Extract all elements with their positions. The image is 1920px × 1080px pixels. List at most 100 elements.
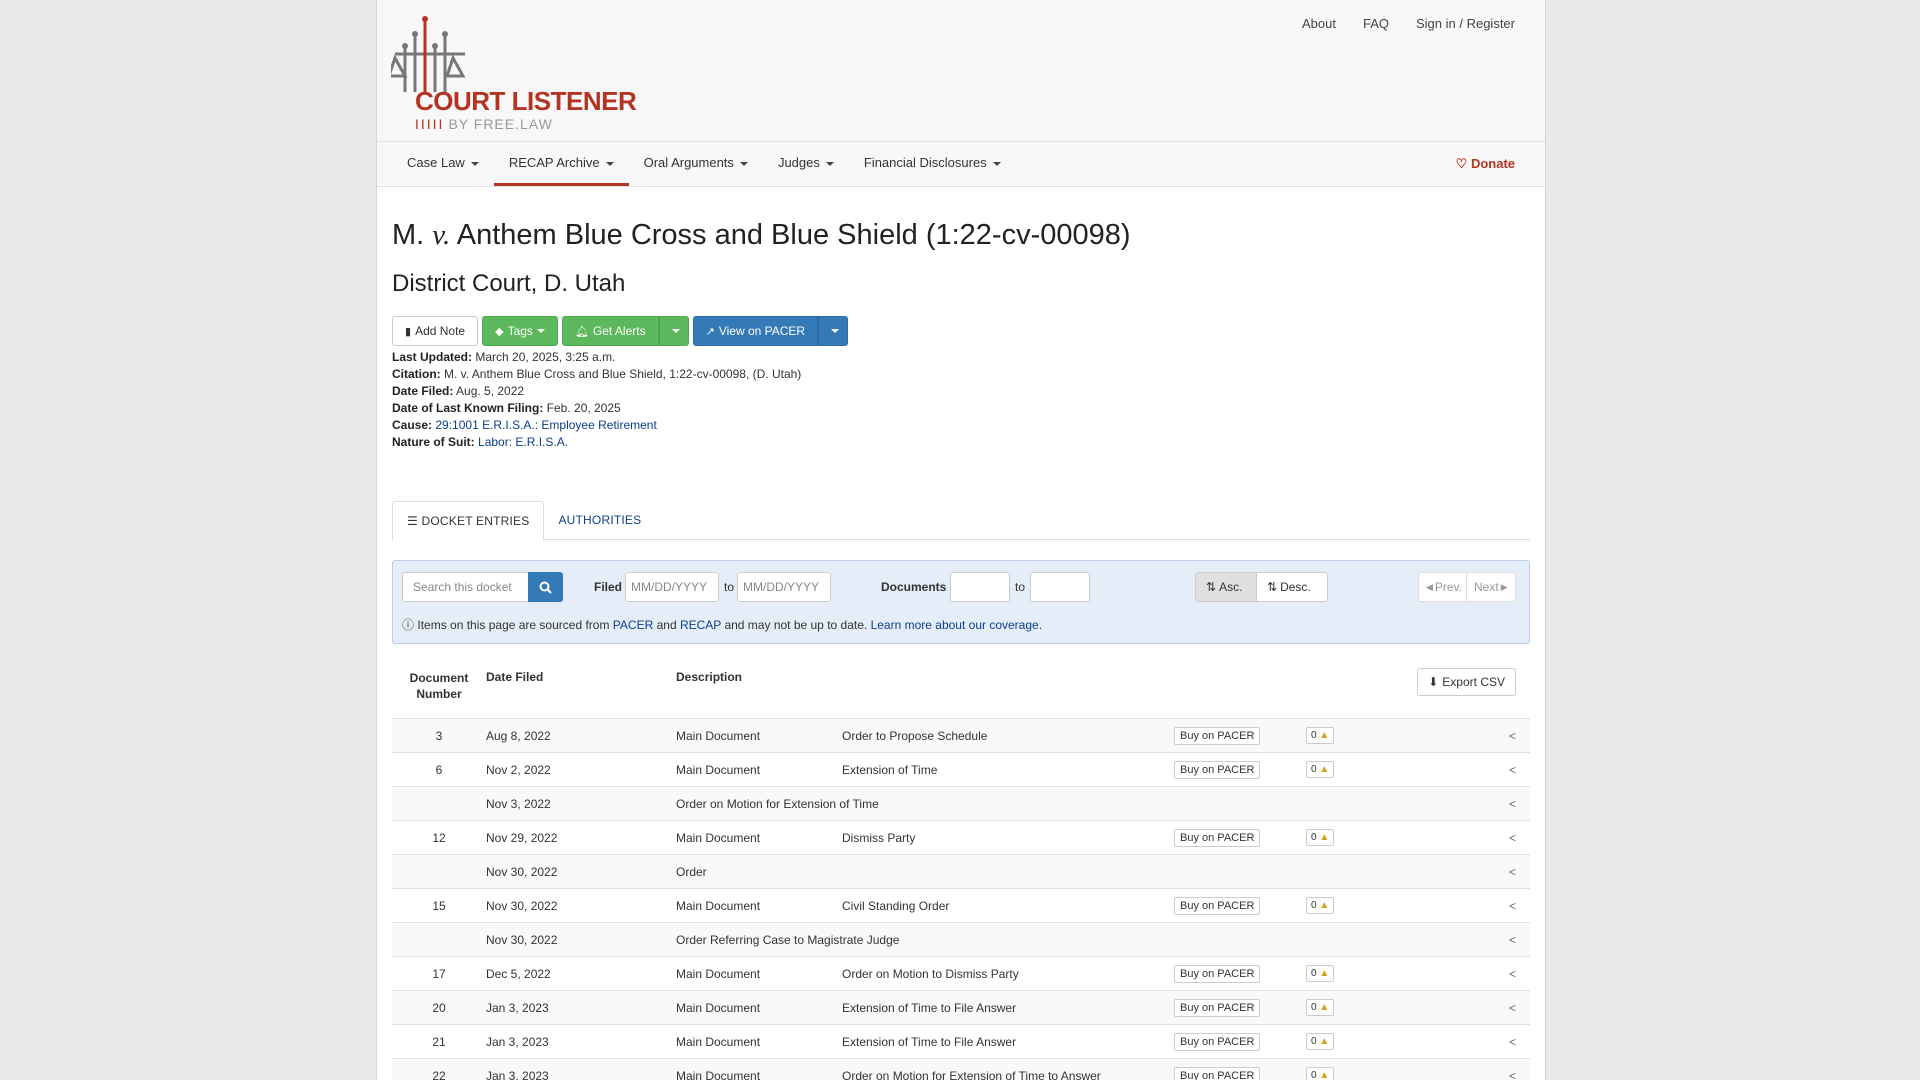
buy-on-pacer-button[interactable]: Buy on PACER: [1174, 828, 1261, 847]
action-bar: ▮ Add Note ◆ Tags 🔔︎ Get Alerts ↗ View on PA…: [392, 316, 1530, 346]
tag-count-button[interactable]: 0 ▲: [1306, 965, 1335, 982]
tag-count-button[interactable]: 0 ▲: [1306, 829, 1335, 846]
documents-to-input[interactable]: [1030, 572, 1090, 602]
share-icon[interactable]: <: [1406, 820, 1530, 855]
tag-count: 0: [1311, 832, 1317, 843]
tag-count-button[interactable]: 0 ▲: [1306, 1033, 1335, 1050]
tab-label: DOCKET ENTRIES: [421, 514, 530, 528]
table-row: 6 Nov 2, 2022 Main Document Extension of Ti…: [392, 752, 1530, 787]
share-icon[interactable]: <: [1406, 956, 1530, 991]
buy-on-pacer-button[interactable]: Buy on PACER: [1174, 896, 1261, 915]
share-icon[interactable]: <: [1406, 786, 1530, 821]
documents-label: Documents: [881, 580, 947, 594]
sort-asc-button[interactable]: ⇅ Asc.: [1195, 572, 1257, 602]
tag-count-button[interactable]: 0 ▲: [1306, 761, 1335, 778]
share-icon[interactable]: <: [1406, 1024, 1530, 1059]
pacer-dropdown-toggle[interactable]: [818, 316, 849, 346]
row-doc-number: 20: [392, 990, 486, 1025]
buy-on-pacer-button[interactable]: Buy on PACER: [1174, 964, 1261, 983]
pacer-link[interactable]: PACER: [613, 618, 653, 632]
buy-on-pacer-button[interactable]: Buy on PACER: [1174, 726, 1261, 745]
row-main-document: Main Document: [676, 956, 842, 991]
cause-link[interactable]: 29:1001 E.R.I.S.A.: Employee Retirement: [435, 418, 656, 432]
court-name: District Court, D. Utah: [392, 270, 626, 297]
filed-to-input[interactable]: MM/DD/YYYY: [737, 572, 831, 602]
export-csv-label: Export CSV: [1442, 675, 1505, 689]
tags-button[interactable]: ◆ Tags: [482, 316, 558, 346]
header-document-number[interactable]: Document Number: [392, 656, 486, 719]
user-icon: ▲: [1319, 1002, 1330, 1013]
share-icon[interactable]: <: [1406, 990, 1530, 1025]
buy-on-pacer-button[interactable]: Buy on PACER: [1174, 1066, 1261, 1080]
sort-desc-button[interactable]: ⇅ Desc.: [1256, 572, 1328, 602]
nav-oral-arguments[interactable]: Oral Arguments: [629, 142, 763, 186]
docket-search-input[interactable]: Search this docket: [402, 572, 530, 602]
documents-from-input[interactable]: [950, 572, 1010, 602]
heart-icon: ♡: [1455, 156, 1468, 171]
coverage-learn-more-link[interactable]: Learn more about our coverage: [871, 618, 1039, 632]
case-metadata: Last Updated: March 20, 2025, 3:25 a.m. …: [392, 349, 1530, 451]
case-title-prefix: M.: [392, 219, 425, 251]
nav-case-law[interactable]: Case Law: [392, 142, 494, 186]
bookmark-icon: ▮: [405, 325, 412, 338]
share-icon[interactable]: <: [1406, 752, 1530, 787]
donate-link[interactable]: ♡ Donate: [1456, 142, 1515, 186]
next-page-button[interactable]: Next ▶: [1466, 572, 1516, 602]
tag-count-button[interactable]: 0 ▲: [1306, 999, 1335, 1016]
docket-table: Document Number Date Filed Description ⬇…: [392, 656, 1530, 1080]
table-row: 12 Nov 29, 2022 Main Document Dismiss Party…: [392, 820, 1530, 855]
tag-count-button[interactable]: 0 ▲: [1306, 727, 1335, 744]
user-icon: ▲: [1319, 968, 1330, 979]
sort-asc-icon: ⇅: [1206, 580, 1217, 594]
row-description: Order on Motion to Dismiss Party: [842, 956, 1174, 991]
add-note-button[interactable]: ▮ Add Note: [392, 316, 479, 346]
prev-page-button[interactable]: ◀ Prev.: [1418, 572, 1471, 602]
site-header: COURT LISTENER IIIII BY FREE.LAW About FA…: [377, 0, 1545, 142]
tag-count-button[interactable]: 0 ▲: [1306, 1067, 1335, 1080]
filed-from-input[interactable]: MM/DD/YYYY: [625, 572, 719, 602]
courtlistener-logo[interactable]: COURT LISTENER IIIII BY FREE.LAW: [391, 14, 651, 134]
share-icon[interactable]: <: [1406, 1058, 1530, 1080]
row-description: Order Referring Case to Magistrate Judge: [676, 922, 1174, 957]
docket-filters: Search this docket Filed MM/DD/YYYY to M…: [392, 560, 1530, 644]
sign-in-link[interactable]: Sign in / Register: [1416, 16, 1515, 31]
search-icon: [539, 581, 552, 594]
alerts-dropdown-toggle[interactable]: [658, 316, 689, 346]
sort-asc-label: Asc.: [1219, 580, 1243, 594]
share-icon[interactable]: <: [1406, 718, 1530, 753]
add-note-label: Add Note: [415, 324, 466, 338]
buy-on-pacer-button[interactable]: Buy on PACER: [1174, 760, 1261, 779]
tag-count: 0: [1311, 968, 1317, 979]
buy-on-pacer-button[interactable]: Buy on PACER: [1174, 1032, 1261, 1051]
export-csv-button[interactable]: ⬇ Export CSV: [1417, 668, 1516, 696]
table-row: 15 Nov 30, 2022 Main Document Civil Standin…: [392, 888, 1530, 923]
share-icon[interactable]: <: [1406, 922, 1530, 957]
view-on-pacer-button[interactable]: ↗ View on PACER: [692, 316, 819, 346]
nav-financial-disclosures[interactable]: Financial Disclosures: [849, 142, 1016, 186]
row-description: Order to Propose Schedule: [842, 718, 1174, 753]
get-alerts-button[interactable]: 🔔︎ Get Alerts: [561, 316, 659, 346]
tag-count: 0: [1311, 1002, 1317, 1013]
nav-recap-archive[interactable]: RECAP Archive: [493, 142, 629, 186]
buy-on-pacer-button[interactable]: Buy on PACER: [1174, 998, 1261, 1017]
recap-link[interactable]: RECAP: [680, 618, 721, 632]
row-date-filed: Nov 30, 2022: [486, 922, 676, 957]
docket-tabs: ☰ DOCKET ENTRIES AUTHORITIES: [392, 501, 1530, 540]
about-link[interactable]: About: [1302, 16, 1336, 31]
nature-link[interactable]: Labor: E.R.I.S.A.: [478, 435, 568, 449]
coverage-text-a: Items on this page are sourced from: [417, 618, 610, 632]
tag-count-button[interactable]: 0 ▲: [1306, 897, 1335, 914]
header-date-filed[interactable]: Date Filed: [486, 656, 676, 719]
sort-desc-label: Desc.: [1280, 580, 1311, 594]
faq-link[interactable]: FAQ: [1363, 16, 1389, 31]
share-icon[interactable]: <: [1406, 888, 1530, 923]
row-description: Order: [676, 854, 1174, 889]
info-icon: ⓘ: [402, 618, 415, 632]
search-button[interactable]: [528, 572, 563, 602]
nav-label: Financial Disclosures: [863, 155, 987, 170]
nav-judges[interactable]: Judges: [763, 142, 849, 186]
tab-docket-entries[interactable]: ☰ DOCKET ENTRIES: [392, 501, 545, 540]
tab-authorities[interactable]: AUTHORITIES: [544, 501, 655, 539]
list-icon: ☰: [407, 514, 418, 528]
share-icon[interactable]: <: [1406, 854, 1530, 889]
